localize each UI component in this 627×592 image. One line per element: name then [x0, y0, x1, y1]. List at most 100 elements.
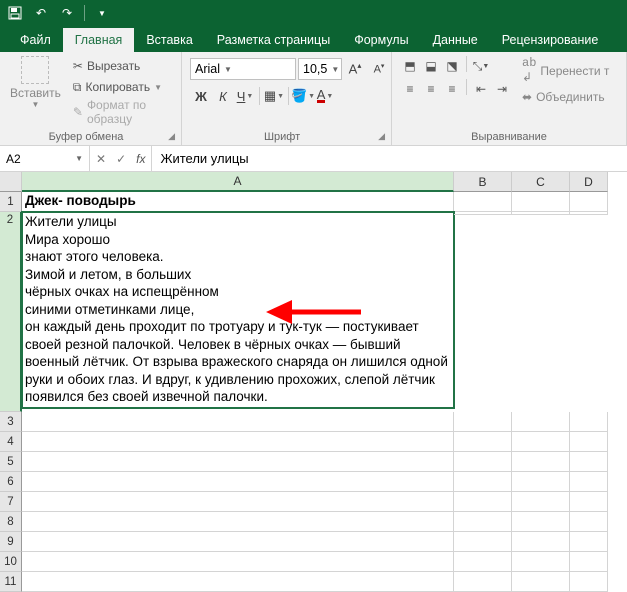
cell-C4[interactable] — [512, 432, 570, 452]
cell-B10[interactable] — [454, 552, 512, 572]
cells-area[interactable]: Джек- поводырь Жители улицы Мира хорошо … — [22, 192, 627, 592]
align-right-button[interactable]: ≡ — [442, 79, 462, 99]
row-header-1[interactable]: 1 — [0, 192, 22, 212]
cell-B7[interactable] — [454, 492, 512, 512]
increase-font-button[interactable]: A▴ — [344, 58, 366, 80]
cell-D2[interactable] — [570, 212, 608, 215]
cell-D1[interactable] — [570, 192, 608, 212]
cell-B5[interactable] — [454, 452, 512, 472]
orientation-button[interactable]: ⤡▼ — [471, 56, 491, 76]
tab-home[interactable]: Главная — [63, 28, 135, 52]
tab-formulas[interactable]: Формулы — [342, 28, 420, 52]
cell-B6[interactable] — [454, 472, 512, 492]
font-color-button[interactable]: A▼ — [314, 85, 336, 107]
cell-A5[interactable] — [22, 452, 454, 472]
cut-button[interactable]: ✂ Вырезать — [71, 56, 173, 76]
col-header-A[interactable]: A — [22, 172, 454, 192]
cell-A11[interactable] — [22, 572, 454, 592]
tab-file[interactable]: Файл — [8, 28, 63, 52]
cell-D4[interactable] — [570, 432, 608, 452]
align-left-button[interactable]: ≡ — [400, 79, 420, 99]
cell-C3[interactable] — [512, 412, 570, 432]
cell-A3[interactable] — [22, 412, 454, 432]
cell-B4[interactable] — [454, 432, 512, 452]
cell-B3[interactable] — [454, 412, 512, 432]
row-header-5[interactable]: 5 — [0, 452, 22, 472]
cell-C8[interactable] — [512, 512, 570, 532]
cell-D7[interactable] — [570, 492, 608, 512]
wrap-text-button[interactable]: ab↲ Перенести т — [520, 56, 611, 85]
enter-formula-icon[interactable]: ✓ — [116, 152, 126, 166]
cell-A1[interactable]: Джек- поводырь — [22, 192, 454, 212]
redo-icon[interactable]: ↷ — [58, 4, 76, 22]
tab-layout[interactable]: Разметка страницы — [205, 28, 342, 52]
save-icon[interactable] — [6, 4, 24, 22]
row-header-10[interactable]: 10 — [0, 552, 22, 572]
tab-review[interactable]: Рецензирование — [490, 28, 611, 52]
row-header-3[interactable]: 3 — [0, 412, 22, 432]
name-box[interactable]: A2 ▼ — [0, 146, 90, 171]
formula-bar[interactable]: Жители улицы — [152, 146, 627, 171]
decrease-font-button[interactable]: A▾ — [368, 58, 390, 80]
cell-D6[interactable] — [570, 472, 608, 492]
cell-C2[interactable] — [512, 212, 570, 215]
cell-C9[interactable] — [512, 532, 570, 552]
cell-A10[interactable] — [22, 552, 454, 572]
cell-C1[interactable] — [512, 192, 570, 212]
dialog-launcher-icon[interactable]: ◢ — [378, 131, 387, 142]
undo-icon[interactable]: ↶ — [32, 4, 50, 22]
borders-button[interactable]: ▦▼ — [263, 85, 285, 107]
tab-insert[interactable]: Вставка — [134, 28, 204, 52]
font-size-combo[interactable]: 10,5 ▼ — [298, 58, 342, 80]
cell-B9[interactable] — [454, 532, 512, 552]
cancel-formula-icon[interactable]: ✕ — [96, 152, 106, 166]
paste-button[interactable]: Вставить ▼ — [4, 54, 67, 111]
cell-A4[interactable] — [22, 432, 454, 452]
row-header-9[interactable]: 9 — [0, 532, 22, 552]
cell-D8[interactable] — [570, 512, 608, 532]
cell-A7[interactable] — [22, 492, 454, 512]
cell-A9[interactable] — [22, 532, 454, 552]
row-header-8[interactable]: 8 — [0, 512, 22, 532]
format-painter-button[interactable]: ✎ Формат по образцу — [71, 98, 173, 126]
increase-indent-button[interactable]: ⇥ — [492, 79, 512, 99]
cell-B8[interactable] — [454, 512, 512, 532]
cell-D5[interactable] — [570, 452, 608, 472]
cell-A8[interactable] — [22, 512, 454, 532]
row-header-4[interactable]: 4 — [0, 432, 22, 452]
align-center-button[interactable]: ≡ — [421, 79, 441, 99]
select-all-corner[interactable] — [0, 172, 22, 192]
copy-button[interactable]: ⧉ Копировать ▼ — [71, 77, 173, 97]
cell-D10[interactable] — [570, 552, 608, 572]
cell-B1[interactable] — [454, 192, 512, 212]
cell-D9[interactable] — [570, 532, 608, 552]
cell-C5[interactable] — [512, 452, 570, 472]
row-header-7[interactable]: 7 — [0, 492, 22, 512]
align-bottom-button[interactable]: ⬔ — [442, 56, 462, 76]
insert-function-icon[interactable]: fх — [136, 152, 145, 166]
bold-button[interactable]: Ж — [190, 85, 212, 107]
cell-C10[interactable] — [512, 552, 570, 572]
col-header-D[interactable]: D — [570, 172, 608, 192]
qat-customize-icon[interactable]: ▼ — [93, 4, 111, 22]
col-header-C[interactable]: C — [512, 172, 570, 192]
cell-C6[interactable] — [512, 472, 570, 492]
col-header-B[interactable]: B — [454, 172, 512, 192]
cell-D3[interactable] — [570, 412, 608, 432]
cell-C7[interactable] — [512, 492, 570, 512]
dialog-launcher-icon[interactable]: ◢ — [168, 131, 177, 142]
cell-A2[interactable]: Жители улицы Мира хорошо знают этого чел… — [22, 212, 454, 408]
cell-B11[interactable] — [454, 572, 512, 592]
italic-button[interactable]: К — [212, 85, 234, 107]
align-middle-button[interactable]: ⬓ — [421, 56, 441, 76]
cell-B2[interactable] — [454, 212, 512, 215]
font-name-combo[interactable]: Arial ▼ — [190, 58, 296, 80]
fill-color-button[interactable]: 🪣▼ — [292, 85, 314, 107]
underline-button[interactable]: Ч▼ — [234, 85, 256, 107]
decrease-indent-button[interactable]: ⇤ — [471, 79, 491, 99]
cell-A6[interactable] — [22, 472, 454, 492]
tab-data[interactable]: Данные — [421, 28, 490, 52]
cell-D11[interactable] — [570, 572, 608, 592]
align-top-button[interactable]: ⬒ — [400, 56, 420, 76]
merge-button[interactable]: ⬌ Объединить — [520, 87, 611, 107]
